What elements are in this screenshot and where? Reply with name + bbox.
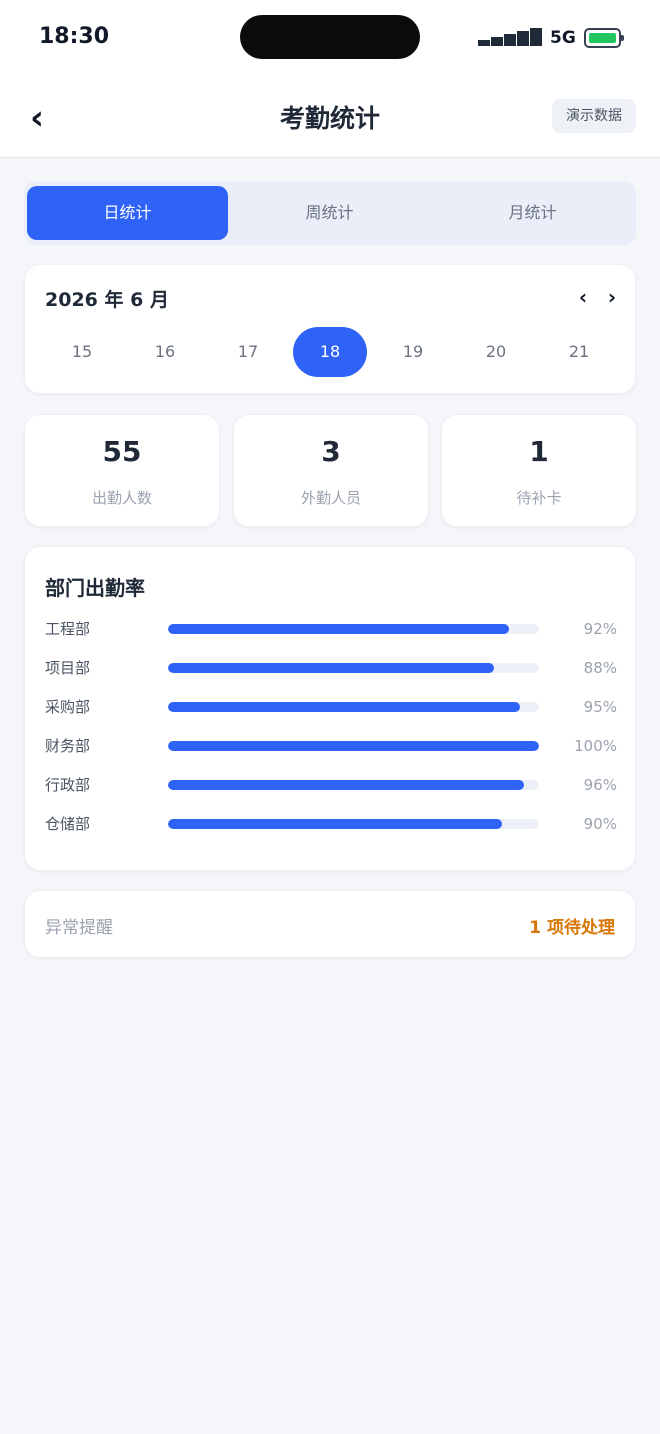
demo-data-button[interactable]: 演示数据 — [552, 99, 636, 133]
day-21[interactable]: 21 — [542, 327, 616, 377]
progress-track — [168, 702, 539, 712]
stat-label: 出勤人数 — [91, 489, 152, 507]
progress-track — [168, 663, 539, 673]
day-15[interactable]: 15 — [45, 327, 119, 377]
dept-row: 财务部 100% — [25, 734, 637, 758]
dept-percent: 90% — [583, 815, 617, 833]
dept-name: 行政部 — [45, 776, 91, 794]
battery-level — [589, 33, 616, 43]
alert-pending-count: 1 项待处理 — [529, 918, 615, 938]
dept-percent: 95% — [583, 698, 617, 716]
status-bar: 18:30 5G — [0, 0, 660, 76]
dept-percent: 96% — [583, 776, 617, 794]
calendar-card: 2026 年 6 月 ‹ › 15 16 17 18 19 20 21 — [24, 264, 636, 394]
dept-name: 财务部 — [45, 737, 91, 755]
next-month-button[interactable]: › — [602, 285, 622, 309]
progress-fill — [168, 702, 520, 712]
progress-track — [168, 780, 539, 790]
stat-period-tabs: 日统计 周统计 月统计 — [24, 181, 636, 245]
dept-name: 工程部 — [45, 620, 91, 638]
chevron-left-icon: ‹ — [578, 285, 588, 309]
dept-row: 仓储部 90% — [25, 812, 637, 836]
stat-card-pending-punch[interactable]: 1 待补卡 — [441, 414, 637, 527]
dept-percent: 88% — [583, 659, 617, 677]
dept-name: 项目部 — [45, 659, 91, 677]
progress-track — [168, 624, 539, 634]
dynamic-island — [240, 15, 420, 59]
day-16[interactable]: 16 — [128, 327, 202, 377]
nav-bar: ‹ 考勤统计 演示数据 — [0, 76, 660, 158]
stat-value: 1 — [529, 435, 549, 468]
stat-label: 外勤人员 — [300, 489, 361, 507]
section-title: 部门出勤率 — [45, 576, 145, 600]
battery-icon — [584, 28, 624, 48]
network-label: 5G — [550, 28, 576, 48]
tab-weekly[interactable]: 周统计 — [229, 186, 430, 240]
progress-track — [168, 819, 539, 829]
dept-attendance-card: 部门出勤率 工程部 92% 项目部 88% 采购部 95% 财务部 100% 行… — [24, 546, 636, 871]
stat-value: 55 — [102, 435, 142, 468]
chevron-right-icon: › — [607, 285, 617, 309]
day-19[interactable]: 19 — [376, 327, 450, 377]
progress-fill — [168, 780, 524, 790]
progress-fill — [168, 663, 494, 673]
day-18[interactable]: 18 — [293, 327, 367, 377]
dept-row: 工程部 92% — [25, 617, 637, 641]
dept-row: 采购部 95% — [25, 695, 637, 719]
anomaly-alert-row[interactable]: 异常提醒 1 项待处理 — [24, 890, 636, 958]
day-17[interactable]: 17 — [211, 327, 285, 377]
progress-fill — [168, 819, 502, 829]
status-time: 18:30 — [39, 24, 110, 49]
progress-fill — [168, 741, 539, 751]
prev-month-button[interactable]: ‹ — [573, 285, 593, 309]
dept-row: 项目部 88% — [25, 656, 637, 680]
dept-name: 采购部 — [45, 698, 91, 716]
alert-label: 异常提醒 — [45, 918, 113, 938]
progress-fill — [168, 624, 509, 634]
stat-card-field-staff[interactable]: 3 外勤人员 — [233, 414, 429, 527]
dept-percent: 100% — [574, 737, 617, 755]
dept-percent: 92% — [583, 620, 617, 638]
progress-track — [168, 741, 539, 751]
stat-value: 3 — [321, 435, 341, 468]
signal-icon — [478, 28, 542, 46]
stat-label: 待补卡 — [516, 489, 562, 507]
dept-row: 行政部 96% — [25, 773, 637, 797]
tab-daily[interactable]: 日统计 — [27, 186, 228, 240]
month-label: 2026 年 6 月 — [45, 289, 169, 311]
dept-name: 仓储部 — [45, 815, 91, 833]
stat-card-attendance[interactable]: 55 出勤人数 — [24, 414, 220, 527]
tab-monthly[interactable]: 月统计 — [432, 186, 633, 240]
day-20[interactable]: 20 — [459, 327, 533, 377]
